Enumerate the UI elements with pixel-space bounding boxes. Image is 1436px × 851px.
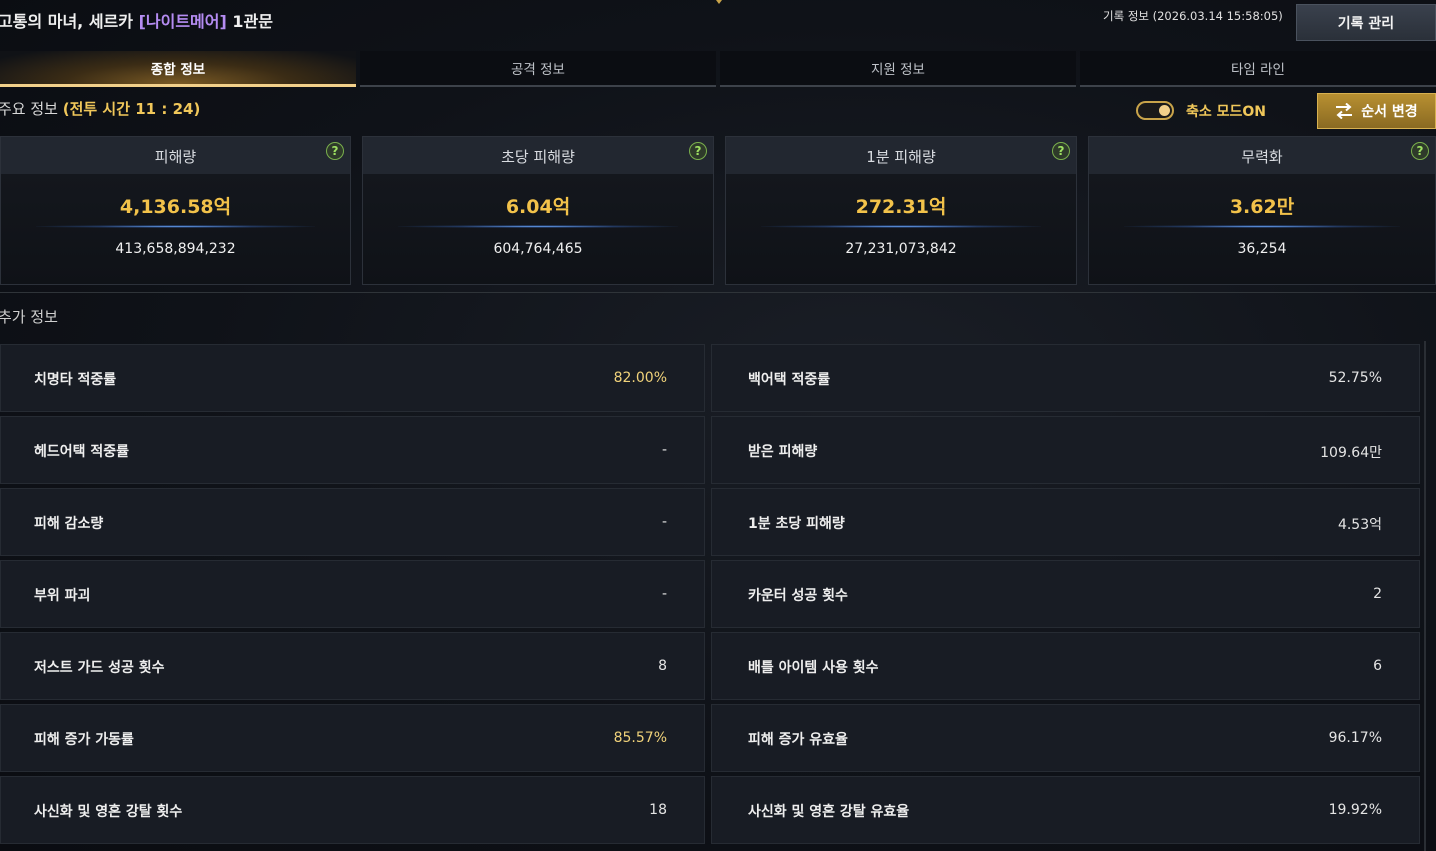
stat-card-1min-damage: 1분 피해량 ? 272.31억 27,231,073,842: [725, 136, 1077, 285]
stat-label: 1분 초당 피해량: [748, 516, 845, 532]
card-big-value: 3.62만: [1229, 196, 1295, 218]
help-icon[interactable]: ?: [1411, 142, 1429, 160]
stat-value: 4.53억: [1337, 517, 1382, 533]
scrollbar[interactable]: [1424, 341, 1426, 851]
stat-row: 부위 파괴 -: [0, 560, 705, 628]
stat-value: 96.17%: [1328, 730, 1382, 746]
stat-label: 저스트 가드 성공 횟수: [34, 660, 165, 676]
compact-mode-label: 축소 모드ON: [1186, 104, 1267, 120]
raid-difficulty-tag: [나이트메어]: [138, 12, 227, 31]
stat-row: 피해 증가 가동률 85.57%: [0, 704, 705, 772]
stat-row: 배틀 아이템 사용 횟수 6: [711, 632, 1420, 700]
stat-label: 받은 피해량: [748, 444, 818, 460]
stat-value: 2: [1373, 586, 1382, 602]
change-order-button[interactable]: 순서 변경: [1317, 93, 1436, 129]
change-order-label: 순서 변경: [1361, 104, 1418, 120]
stat-row: 카운터 성공 횟수 2: [711, 560, 1420, 628]
stat-row: 사신화 및 영혼 강탈 유효율 19.92%: [711, 776, 1420, 844]
stat-label: 백어택 적중률: [748, 372, 831, 388]
stat-value: 82.00%: [613, 370, 667, 386]
stat-label: 배틀 아이템 사용 횟수: [748, 660, 879, 676]
raid-title-prefix: 고통의 마녀, 세르카: [0, 12, 139, 31]
stat-row: 백어택 적중률 52.75%: [711, 344, 1420, 412]
stat-row: 저스트 가드 성공 횟수 8: [0, 632, 705, 700]
raid-title: 고통의 마녀, 세르카 [나이트메어] 1관문: [0, 8, 273, 32]
stat-row: 피해 감소량 -: [0, 488, 705, 556]
card-name: 1분 피해량: [866, 148, 936, 166]
card-name: 초당 피해량: [501, 148, 575, 166]
card-big-value: 272.31억: [855, 196, 947, 218]
card-exact-value: 604,764,465: [493, 241, 583, 257]
top-bar: 고통의 마녀, 세르카 [나이트메어] 1관문 기록 정보 (2026.03.1…: [0, 0, 1436, 42]
toggle-knob: [1159, 105, 1170, 116]
card-exact-value: 27,231,073,842: [845, 241, 957, 257]
stat-value: -: [661, 514, 667, 530]
stat-cards: 피해량 ? 4,136.58억 413,658,894,232 초당 피해량 ?…: [0, 136, 1436, 286]
main-info-heading: 주요 정보 (전투 시간 11 : 24): [0, 98, 200, 119]
stat-row: 1분 초당 피해량 4.53억: [711, 488, 1420, 556]
extra-info-heading: 추가 정보: [0, 308, 58, 326]
stat-value: -: [661, 442, 667, 458]
stat-label: 사신화 및 영혼 강탈 유효율: [748, 804, 910, 820]
card-big-value: 4,136.58억: [119, 196, 232, 218]
stat-row: 피해 증가 유효율 96.17%: [711, 704, 1420, 772]
stat-label: 부위 파괴: [34, 588, 91, 604]
tab-timeline[interactable]: 타임 라인: [1080, 51, 1436, 87]
record-manage-button[interactable]: 기록 관리: [1296, 4, 1436, 41]
stat-card-dps: 초당 피해량 ? 6.04억 604,764,465: [362, 136, 714, 285]
tab-attack[interactable]: 공격 정보: [360, 51, 716, 87]
stat-label: 사신화 및 영혼 강탈 횟수: [34, 804, 183, 820]
card-exact-value: 36,254: [1237, 241, 1287, 257]
stat-label: 피해 감소량: [34, 516, 104, 532]
stat-label: 피해 증가 가동률: [34, 732, 134, 748]
card-exact-value: 413,658,894,232: [115, 241, 236, 257]
swap-icon: [1336, 103, 1353, 119]
caret-icon: [716, 0, 722, 4]
stat-value: 19.92%: [1328, 802, 1382, 818]
main-info-label: 주요 정보: [0, 100, 63, 118]
tab-support[interactable]: 지원 정보: [720, 51, 1076, 87]
stat-value: 85.57%: [613, 730, 667, 746]
stat-row: 받은 피해량 109.64만: [711, 416, 1420, 484]
card-big-value: 6.04억: [505, 196, 571, 218]
compact-mode-toggle[interactable]: [1136, 101, 1174, 120]
stat-label: 치명타 적중률: [34, 372, 117, 388]
section-divider: [0, 292, 1436, 293]
tab-overview[interactable]: 종합 정보: [0, 51, 356, 87]
card-glow: [398, 225, 678, 228]
stat-value: 18: [649, 802, 667, 818]
stat-row: 사신화 및 영혼 강탈 횟수 18: [0, 776, 705, 844]
stat-card-damage: 피해량 ? 4,136.58억 413,658,894,232: [0, 136, 351, 285]
battle-time: (전투 시간 11 : 24): [62, 100, 201, 118]
stat-label: 피해 증가 유효율: [748, 732, 848, 748]
stat-row: 치명타 적중률 82.00%: [0, 344, 705, 412]
card-glow: [1123, 225, 1401, 228]
stat-value: 6: [1373, 658, 1382, 674]
raid-gate: 1관문: [226, 12, 273, 31]
stat-row: 헤드어택 적중률 -: [0, 416, 705, 484]
record-info: 기록 정보 (2026.03.14 15:58:05): [1103, 9, 1283, 23]
stat-value: -: [661, 586, 667, 602]
help-icon[interactable]: ?: [1052, 142, 1070, 160]
stat-card-stagger: 무력화 ? 3.62만 36,254: [1088, 136, 1436, 285]
tab-bar: 종합 정보 공격 정보 지원 정보 타임 라인: [0, 51, 1436, 87]
stat-value: 109.64만: [1320, 445, 1382, 461]
card-name: 피해량: [154, 148, 197, 166]
stat-value: 8: [658, 658, 667, 674]
card-name: 무력화: [1241, 148, 1283, 166]
stat-value: 52.75%: [1328, 370, 1382, 386]
stat-label: 헤드어택 적중률: [34, 444, 130, 460]
help-icon[interactable]: ?: [689, 142, 707, 160]
help-icon[interactable]: ?: [326, 142, 344, 160]
card-glow: [35, 225, 316, 228]
card-glow: [761, 225, 1041, 228]
stat-label: 카운터 성공 횟수: [748, 588, 848, 604]
